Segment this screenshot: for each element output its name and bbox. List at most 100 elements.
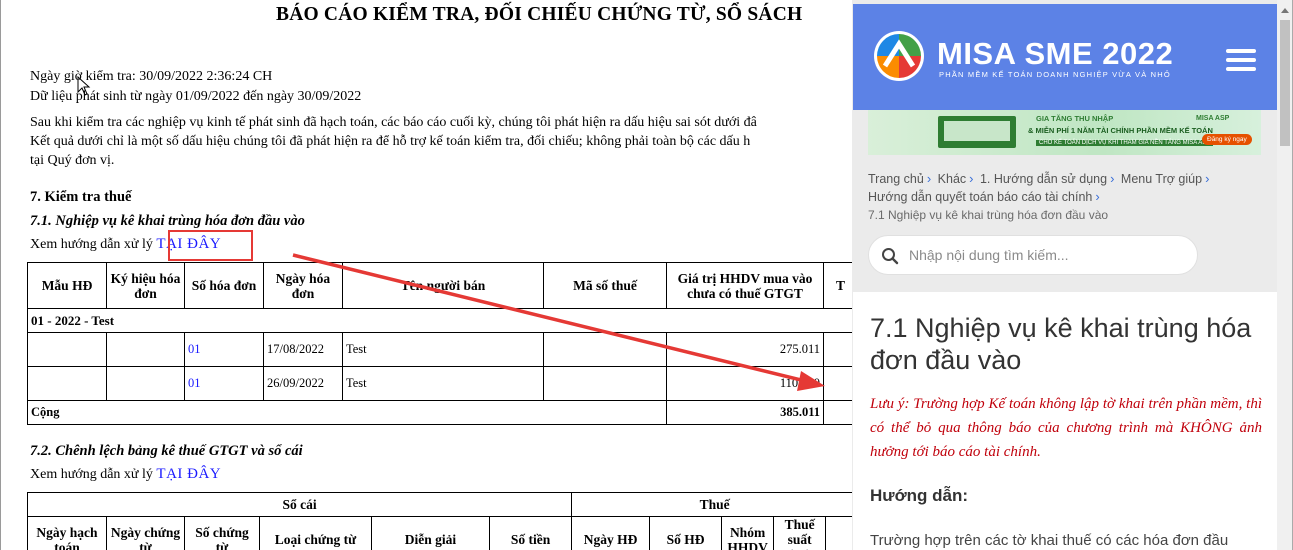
col-header: Ngày chứng từ	[106, 516, 185, 550]
group-tax: Thuế	[571, 492, 852, 517]
cell-form	[27, 332, 107, 367]
total-label: Cộng	[27, 400, 667, 425]
cell-symbol	[106, 332, 185, 367]
chevron-right-icon: ›	[1110, 171, 1115, 186]
data-range: Dữ liệu phát sinh từ ngày 01/09/2022 đến…	[30, 89, 362, 104]
check-time: Ngày giờ kiểm tra: 30/09/2022 2:36:24 CH	[30, 69, 273, 84]
cell-value: 110.000	[666, 366, 824, 401]
cell-invoice-no[interactable]: 01	[184, 332, 264, 367]
table-row: 01 26/09/2022 Test 110.000	[27, 366, 852, 401]
group-ledger: Sổ cái	[26, 492, 573, 517]
section-7-heading: 7. Kiểm tra thuế	[30, 189, 132, 205]
guide-prefix: Xem hướng dẫn xử lý	[30, 467, 153, 482]
search-box	[868, 235, 1198, 275]
section-7-1-heading: 7.1. Nghiệp vụ kê khai trùng hóa đơn đầu…	[30, 213, 305, 229]
cell-taxcode	[543, 366, 667, 401]
col-header: Diễn giải	[371, 516, 490, 550]
misa-logo-icon	[874, 31, 924, 81]
report-document: BÁO CÁO KIỂM TRA, ĐỐI CHIẾU CHỨNG TỪ, SỔ…	[0, 0, 852, 550]
col-header: T	[823, 262, 852, 309]
guide-heading: Hướng dẫn:	[870, 486, 969, 505]
guide-line-2: Xem hướng dẫn xử lý TẠI ĐÂY	[30, 466, 221, 483]
breadcrumb-item[interactable]: Trang chủ	[868, 172, 924, 186]
breadcrumb-item[interactable]: Khác	[938, 172, 967, 186]
breadcrumb-item[interactable]: Hướng dẫn quyết toán báo cáo tài chính	[868, 190, 1092, 204]
table-header-row: Ngày hạch toán Ngày chứng từ Số chứng từ…	[27, 516, 852, 550]
chevron-right-icon: ›	[1095, 189, 1100, 204]
article-paragraph: Trường hợp trên các tờ khai thuế có các …	[870, 532, 1229, 549]
group-label: 01 - 2022 - Test	[27, 308, 852, 333]
banner-line-2: & MIỄN PHÍ 1 NĂM TÀI CHÍNH PHẦN MỀM KẾ T…	[1028, 126, 1213, 135]
cell-extra	[823, 366, 852, 401]
chevron-right-icon: ›	[926, 171, 932, 186]
search-input[interactable]	[909, 236, 1189, 274]
cell-seller: Test	[342, 366, 544, 401]
intro-line-1: Sau khi kiểm tra các nghiệp vụ kinh tế p…	[30, 115, 757, 130]
duplicate-invoice-table: Mẫu HĐ Ký hiệu hóa đơn Số hóa đơn Ngày h…	[27, 262, 852, 425]
brand-tagline: PHẦN MỀM KẾ TOÁN DOANH NGHIỆP VỪA VÀ NHỎ	[939, 70, 1171, 79]
col-header: Ngày HĐ	[571, 516, 651, 550]
article-content: 7.1 Nghiệp vụ kê khai trùng hóa đơn đầu …	[853, 292, 1277, 550]
col-header: Giá trị HHDV mua vào chưa có thuế GTGT	[666, 262, 824, 309]
banner-screens-image	[938, 116, 1016, 148]
search-icon	[882, 248, 899, 265]
cell-date: 17/08/2022	[263, 332, 343, 367]
col-header: Ký hiệu hóa đơn	[106, 262, 185, 309]
cell-date: 26/09/2022	[263, 366, 343, 401]
cell-taxcode	[543, 332, 667, 367]
col-header: Số hóa đơn	[184, 262, 264, 309]
banner-register-button[interactable]: Đăng ký ngay	[1202, 134, 1252, 145]
chevron-right-icon: ›	[969, 171, 974, 186]
table-group-header: Sổ cái Thuế	[26, 492, 852, 517]
banner-logo: MISA ASP	[1196, 115, 1230, 122]
cell-seller: Test	[342, 332, 544, 367]
banner-line-3: CHO KẾ TOÁN DỊCH VỤ KHI THAM GIA NỀN TẢN…	[1036, 140, 1214, 146]
table-total-row: Cộng 385.011	[27, 400, 852, 425]
help-panel: MISA SME 2022 PHẦN MỀM KẾ TOÁN DOANH NGH…	[852, 0, 1293, 550]
col-header: Số tiền	[488, 516, 573, 550]
cell-form	[27, 366, 107, 401]
col-header: Thuế suất (%)	[773, 516, 827, 550]
total-value: 385.011	[666, 400, 824, 425]
col-header: Mã số thuế	[543, 262, 667, 309]
article-title: 7.1 Nghiệp vụ kê khai trùng hóa đơn đầu …	[870, 313, 1252, 375]
cell-invoice-no[interactable]: 01	[184, 366, 264, 401]
guide-link-here-2[interactable]: TẠI ĐÂY	[156, 466, 221, 482]
report-title: BÁO CÁO KIỂM TRA, ĐỐI CHIẾU CHỨNG TỪ, SỔ…	[276, 4, 803, 25]
cell-extra	[823, 400, 852, 425]
scroll-up-arrow-icon[interactable]	[1281, 8, 1289, 13]
col-header-extra	[825, 516, 852, 550]
table-row: 01 17/08/2022 Test 275.011	[27, 332, 852, 367]
col-header: Số chứng từ	[184, 516, 260, 550]
article-note: Lưu ý: Trường hợp Kế toán không lập tờ k…	[870, 396, 1262, 460]
intro-line-2: Kết quả dưới chỉ là một số dấu hiệu chún…	[30, 134, 751, 149]
menu-hamburger-icon[interactable]	[1226, 49, 1256, 71]
cell-symbol	[106, 366, 185, 401]
col-header: Nhóm HHDV	[721, 516, 775, 550]
vat-ledger-table: Sổ cái Thuế Ngày hạch toán Ngày chứng từ…	[26, 492, 852, 550]
chevron-right-icon: ›	[1205, 171, 1210, 186]
guide-prefix: Xem hướng dẫn xử lý	[30, 237, 153, 252]
breadcrumb-current: 7.1 Nghiệp vụ kê khai trùng hóa đơn đầu …	[868, 208, 1109, 222]
section-7-2-heading: 7.2. Chênh lệch bảng kê thuế GTGT và sổ …	[30, 443, 303, 459]
promo-banner[interactable]: GIA TĂNG THU NHẬP & MIỄN PHÍ 1 NĂM TÀI C…	[868, 110, 1261, 155]
banner-line-1: GIA TĂNG THU NHẬP	[1036, 114, 1114, 123]
brand-name: MISA SME 2022	[937, 36, 1174, 71]
breadcrumb-item[interactable]: Menu Trợ giúp	[1121, 172, 1202, 186]
table-header-row: Mẫu HĐ Ký hiệu hóa đơn Số hóa đơn Ngày h…	[27, 262, 852, 309]
highlight-box	[168, 230, 253, 261]
col-header: Số HĐ	[649, 516, 723, 550]
panel-scrollbar[interactable]	[1277, 0, 1292, 550]
cell-extra	[823, 332, 852, 367]
table-group-row: 01 - 2022 - Test	[27, 308, 852, 333]
col-header: Ngày hạch toán	[27, 516, 107, 550]
col-header: Ngày hóa đơn	[263, 262, 343, 309]
breadcrumb-item[interactable]: 1. Hướng dẫn sử dụng	[980, 172, 1107, 186]
col-header: Mẫu HĐ	[27, 262, 107, 309]
breadcrumb: Trang chủ › Khác › 1. Hướng dẫn sử dụng › M…	[868, 170, 1248, 224]
scrollbar-thumb[interactable]	[1280, 20, 1290, 146]
col-header: Loại chứng từ	[259, 516, 372, 550]
site-header: MISA SME 2022 PHẦN MỀM KẾ TOÁN DOANH NGH…	[853, 4, 1277, 110]
cell-value: 275.011	[666, 332, 824, 367]
intro-line-3: tại Quý đơn vị.	[30, 153, 115, 168]
